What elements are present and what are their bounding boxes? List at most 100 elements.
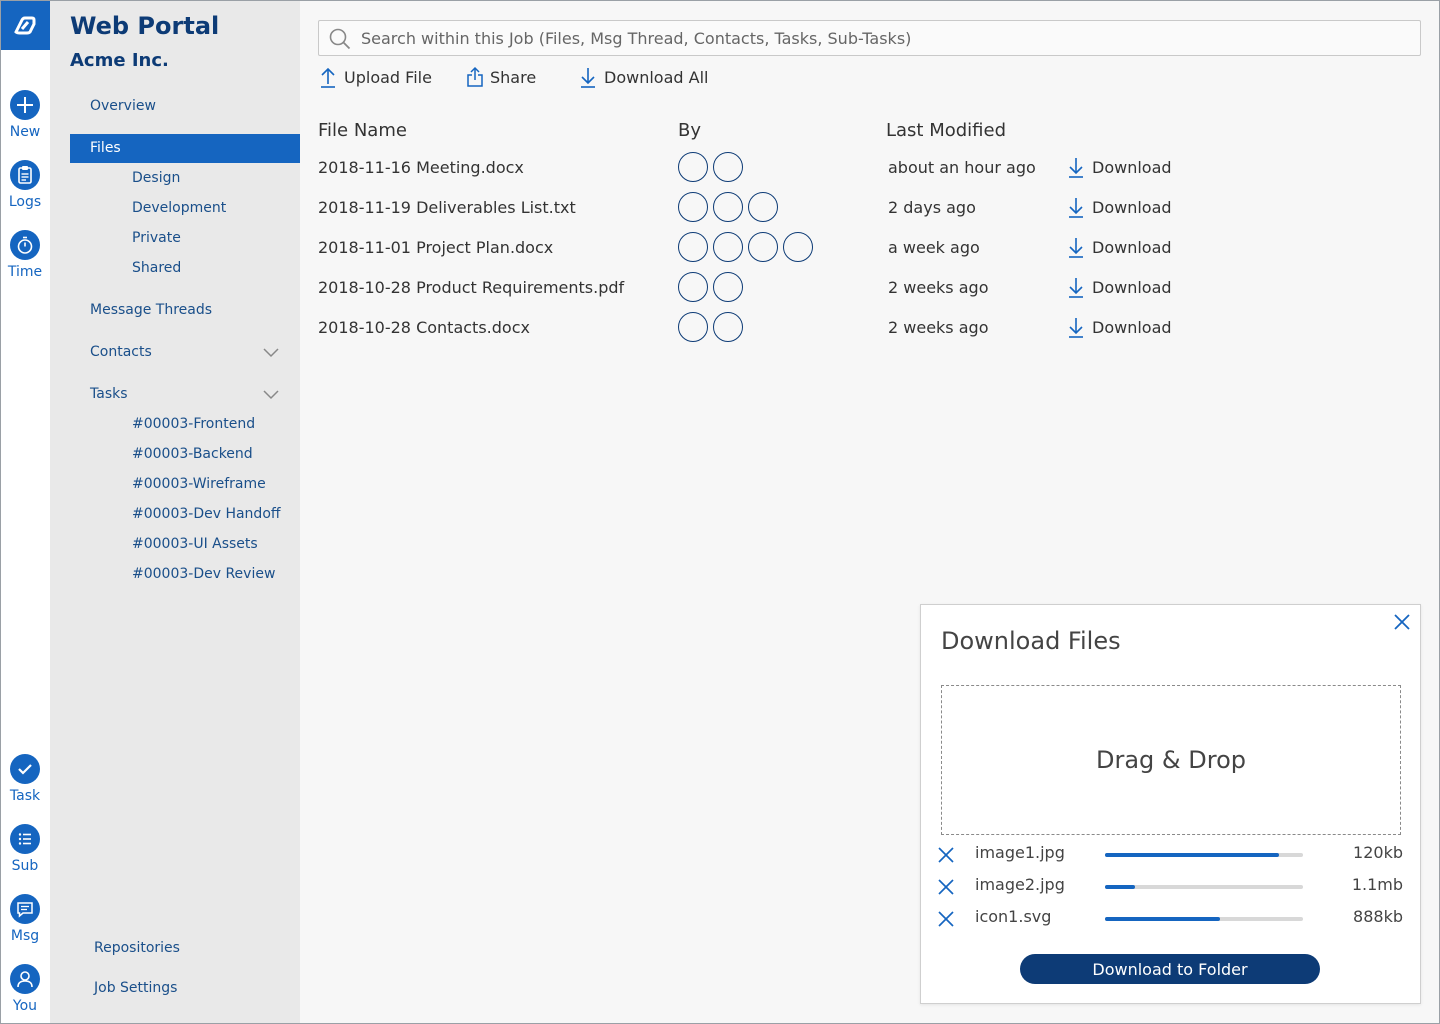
- search-input[interactable]: [361, 21, 1411, 55]
- rail-item-msg[interactable]: Msg: [0, 894, 50, 944]
- user-icon: [10, 964, 40, 994]
- last-modified-cell: a week ago: [888, 238, 980, 257]
- sidebar-item-files[interactable]: Files: [70, 134, 300, 163]
- download-file-name: icon1.svg: [975, 907, 1052, 926]
- column-header-file-name[interactable]: File Name: [318, 120, 407, 141]
- drop-zone[interactable]: Drag & Drop: [941, 685, 1401, 835]
- avatar[interactable]: [678, 192, 708, 222]
- upload-file-button[interactable]: Upload File: [318, 66, 432, 88]
- rail-label: You: [12, 998, 38, 1014]
- sidebar-folder-shared[interactable]: Shared: [132, 260, 181, 276]
- contributors: [678, 192, 778, 222]
- sidebar-task-backend[interactable]: #00003-Backend: [132, 446, 253, 462]
- avatar[interactable]: [678, 272, 708, 302]
- download-button[interactable]: Download: [1066, 156, 1172, 178]
- avatar[interactable]: [678, 152, 708, 182]
- app-logo-icon[interactable]: [0, 0, 50, 50]
- download-button[interactable]: Download: [1066, 276, 1172, 298]
- table-row[interactable]: 2018-10-28 Product Requirements.pdf 2 wee…: [318, 272, 1218, 318]
- download-file-size: 120kb: [1353, 843, 1403, 862]
- chevron-down-icon[interactable]: [263, 390, 279, 400]
- rail-label: New: [9, 124, 41, 140]
- remove-file-icon[interactable]: [937, 846, 955, 864]
- download-label: Download: [1092, 277, 1172, 297]
- contributors: [678, 152, 743, 182]
- avatar[interactable]: [713, 272, 743, 302]
- file-name-cell[interactable]: 2018-10-28 Product Requirements.pdf: [318, 278, 624, 298]
- last-modified-cell: 2 weeks ago: [888, 278, 989, 297]
- download-to-folder-button[interactable]: Download to Folder: [1020, 954, 1320, 984]
- download-file-name: image2.jpg: [975, 875, 1065, 894]
- file-name-cell[interactable]: 2018-10-28 Contacts.docx: [318, 318, 530, 338]
- search-bar: [318, 20, 1421, 56]
- sidebar-folder-private[interactable]: Private: [132, 230, 181, 246]
- avatar[interactable]: [678, 312, 708, 342]
- avatar[interactable]: [713, 232, 743, 262]
- rail-item-sub[interactable]: Sub: [0, 824, 50, 874]
- last-modified-cell: 2 days ago: [888, 198, 976, 217]
- portal-title: Web Portal: [70, 12, 220, 40]
- sidebar-item-job-settings[interactable]: Job Settings: [94, 980, 177, 996]
- sidebar-task-dev-handoff[interactable]: #00003-Dev Handoff: [132, 506, 281, 522]
- download-all-button[interactable]: Download All: [578, 66, 708, 88]
- search-icon: [329, 28, 351, 50]
- column-header-by[interactable]: By: [678, 120, 701, 141]
- avatar[interactable]: [748, 232, 778, 262]
- rail-item-you[interactable]: You: [0, 964, 50, 1014]
- download-icon: [1069, 278, 1083, 298]
- rail-item-time[interactable]: Time: [0, 230, 50, 280]
- avatar[interactable]: [713, 312, 743, 342]
- download-button[interactable]: Download: [1066, 196, 1172, 218]
- sidebar-item-repositories[interactable]: Repositories: [94, 940, 180, 956]
- remove-file-icon[interactable]: [937, 910, 955, 928]
- file-name-cell[interactable]: 2018-11-19 Deliverables List.txt: [318, 198, 576, 218]
- avatar[interactable]: [748, 192, 778, 222]
- table-row[interactable]: 2018-10-28 Contacts.docx 2 weeks ago Downl…: [318, 312, 1218, 358]
- rail-label: Task: [9, 788, 41, 804]
- file-name-cell[interactable]: 2018-11-16 Meeting.docx: [318, 158, 524, 178]
- column-header-last-modified[interactable]: Last Modified: [886, 120, 1006, 141]
- download-file-row: image1.jpg 120kb: [937, 843, 1407, 867]
- avatar[interactable]: [783, 232, 813, 262]
- progress-bar: [1105, 917, 1303, 921]
- download-button[interactable]: Download: [1066, 236, 1172, 258]
- sidebar-task-frontend[interactable]: #00003-Frontend: [132, 416, 255, 432]
- sidebar-item-tasks[interactable]: Tasks: [90, 386, 128, 402]
- sidebar-item-overview[interactable]: Overview: [90, 98, 156, 114]
- list-icon: [10, 824, 40, 854]
- sidebar-item-message-threads[interactable]: Message Threads: [90, 302, 212, 318]
- company-name: Acme Inc.: [70, 50, 169, 71]
- close-icon[interactable]: [1393, 613, 1411, 631]
- download-file-name: image1.jpg: [975, 843, 1065, 862]
- share-button[interactable]: Share: [466, 66, 536, 88]
- remove-file-icon[interactable]: [937, 878, 955, 896]
- file-name-cell[interactable]: 2018-11-01 Project Plan.docx: [318, 238, 553, 258]
- avatar[interactable]: [678, 232, 708, 262]
- rail-item-logs[interactable]: Logs: [0, 160, 50, 210]
- avatar[interactable]: [713, 152, 743, 182]
- upload-icon: [321, 67, 335, 88]
- avatar[interactable]: [713, 192, 743, 222]
- rail-item-task[interactable]: Task: [0, 754, 50, 804]
- chat-icon: [10, 894, 40, 924]
- download-file-row: icon1.svg 888kb: [937, 907, 1407, 931]
- progress-fill: [1105, 917, 1220, 921]
- sidebar-task-wireframe[interactable]: #00003-Wireframe: [132, 476, 266, 492]
- download-file-size: 888kb: [1353, 907, 1403, 926]
- download-icon: [1069, 318, 1083, 338]
- sidebar-task-ui-assets[interactable]: #00003-UI Assets: [132, 536, 258, 552]
- sidebar: Web Portal Acme Inc. Overview Files Desi…: [50, 0, 300, 1024]
- chevron-down-icon[interactable]: [263, 348, 279, 358]
- sidebar-item-contacts[interactable]: Contacts: [90, 344, 152, 360]
- table-row[interactable]: 2018-11-01 Project Plan.docx a week ago Do…: [318, 232, 1218, 278]
- progress-fill: [1105, 853, 1280, 857]
- sidebar-folder-design[interactable]: Design: [132, 170, 180, 186]
- drop-zone-label: Drag & Drop: [1096, 746, 1246, 774]
- contributors: [678, 312, 743, 342]
- last-modified-cell: 2 weeks ago: [888, 318, 989, 337]
- rail-item-new[interactable]: New: [0, 90, 50, 140]
- sidebar-folder-development[interactable]: Development: [132, 200, 226, 216]
- download-button[interactable]: Download: [1066, 316, 1172, 338]
- check-icon: [10, 754, 40, 784]
- sidebar-task-dev-review[interactable]: #00003-Dev Review: [132, 566, 275, 582]
